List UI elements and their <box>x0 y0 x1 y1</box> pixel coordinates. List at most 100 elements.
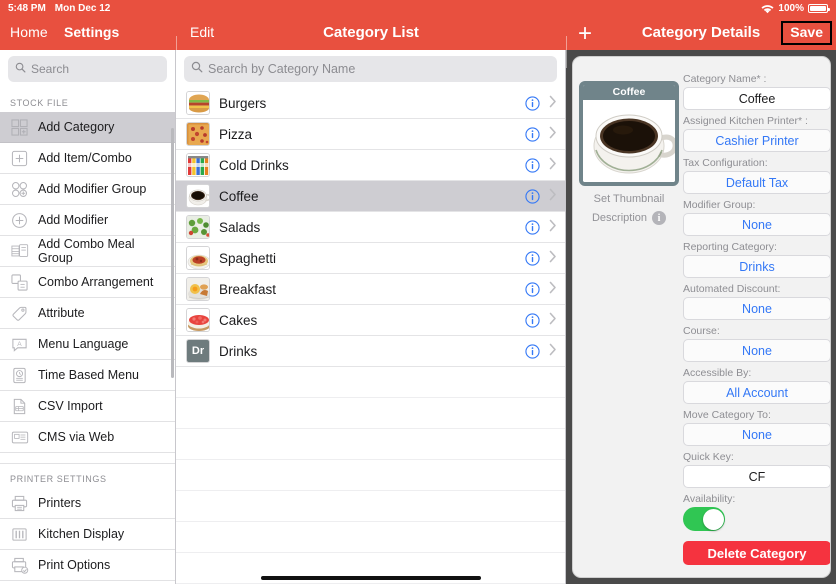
info-icon[interactable] <box>525 157 540 173</box>
info-icon[interactable] <box>525 126 540 142</box>
chevron-right-icon[interactable] <box>549 157 557 173</box>
field-value-tax-configuration[interactable]: Default Tax <box>683 171 830 194</box>
status-date: Mon Dec 12 <box>54 3 111 14</box>
info-icon[interactable] <box>525 95 540 111</box>
field-label: Reporting Category: <box>683 241 777 253</box>
sidebar-item-cms-via-web[interactable]: CMS via Web <box>0 422 175 453</box>
field-value-move-category-to[interactable]: None <box>683 423 830 446</box>
nav-row: Home Settings Edit Category List + Categ… <box>0 18 836 68</box>
info-icon[interactable] <box>525 219 540 235</box>
sidebar-item-printers[interactable]: Printers <box>0 488 175 519</box>
chevron-right-icon[interactable] <box>549 219 557 235</box>
table-row[interactable]: Cakes <box>176 305 565 336</box>
combo-arrangement-icon <box>10 273 29 292</box>
empty-list-row <box>176 398 565 429</box>
field-value-assigned-kitchen-printer[interactable]: Cashier Printer <box>683 129 830 152</box>
field-value-automated-discount[interactable]: None <box>683 297 830 320</box>
search-icon <box>15 60 26 78</box>
sidebar-item-csv-import[interactable]: CSV Import <box>0 391 175 422</box>
field-label: Tax Configuration: <box>683 157 768 169</box>
sidebar-group-header: PRINTER SETTINGS <box>10 474 107 484</box>
print-options-icon <box>10 556 29 575</box>
field-value-modifier-group[interactable]: None <box>683 213 830 236</box>
table-row[interactable]: Salads <box>176 212 565 243</box>
nav-settings-title: Settings <box>64 24 120 40</box>
table-row[interactable]: Cold Drinks <box>176 150 565 181</box>
sidebar-item-label: Add Category <box>38 120 115 134</box>
field-label: Category Name* : <box>683 73 767 85</box>
info-icon[interactable] <box>525 312 540 328</box>
empty-list-row <box>176 367 565 398</box>
sidebar-item-time-based-menu[interactable]: Time Based Menu <box>0 360 175 391</box>
sidebar-item-menu-language[interactable]: A Menu Language <box>0 329 175 360</box>
chevron-right-icon[interactable] <box>549 188 557 204</box>
category-search-placeholder: Search by Category Name <box>208 62 356 76</box>
delete-category-button[interactable]: Delete Category <box>683 541 830 565</box>
info-icon[interactable] <box>525 343 540 359</box>
field-label: Modifier Group: <box>683 199 756 211</box>
status-bar: 5:48 PM Mon Dec 12 100% <box>0 0 836 18</box>
category-row-label: Cakes <box>219 312 258 328</box>
settings-sidebar: Search STOCK FILE Add Category Add Item/Co… <box>0 50 176 584</box>
nav-back-home-button[interactable]: Home <box>10 24 48 40</box>
chevron-right-icon[interactable] <box>549 312 557 328</box>
sidebar-item-kitchen-display[interactable]: Kitchen Display <box>0 519 175 550</box>
sidebar-item-combo-arrangement[interactable]: Combo Arrangement <box>0 267 175 298</box>
category-search-input[interactable]: Search by Category Name <box>184 56 557 82</box>
sidebar-item-add-item-combo[interactable]: Add Item/Combo <box>0 143 175 174</box>
set-thumbnail-label[interactable]: Set Thumbnail <box>579 193 679 205</box>
info-icon[interactable] <box>525 188 540 204</box>
sidebar-item-add-modifier-group[interactable]: Add Modifier Group <box>0 174 175 205</box>
category-details-card: Coffee Set Thumbnail Description i Categ… <box>572 56 831 578</box>
table-row[interactable]: Coffee <box>176 181 565 212</box>
sidebar-items-container: STOCK FILE Add Category Add Item/Combo Add … <box>0 88 175 581</box>
category-row-label: Spaghetti <box>219 250 277 266</box>
add-item-combo-icon <box>10 149 29 168</box>
search-icon <box>191 60 203 78</box>
field-value-accessible-by[interactable]: All Account <box>683 381 830 404</box>
description-row[interactable]: Description i <box>579 211 679 225</box>
sidebar-item-add-category[interactable]: Add Category <box>0 112 175 143</box>
sidebar-item-label: CMS via Web <box>38 430 115 444</box>
category-row-label: Breakfast <box>219 281 277 297</box>
availability-toggle[interactable] <box>683 507 725 531</box>
sidebar-scrollbar[interactable] <box>171 128 174 378</box>
category-row-label: Coffee <box>219 188 259 204</box>
save-button[interactable]: Save <box>781 21 832 45</box>
table-row[interactable]: Breakfast <box>176 274 565 305</box>
table-row[interactable]: Spaghetti <box>176 243 565 274</box>
table-row[interactable]: Pizza <box>176 119 565 150</box>
field-label: Automated Discount: <box>683 283 781 295</box>
chevron-right-icon[interactable] <box>549 95 557 111</box>
add-combo-meal-group-icon <box>10 242 29 261</box>
battery-percent: 100% <box>778 3 804 14</box>
attribute-tag-icon <box>10 304 29 323</box>
table-row[interactable]: Dr Drinks <box>176 336 565 367</box>
sidebar-item-add-modifier[interactable]: Add Modifier <box>0 205 175 236</box>
field-label: Accessible By: <box>683 367 752 379</box>
chevron-right-icon[interactable] <box>549 126 557 142</box>
category-rows-container: Burgers Pizza Cold Drinks Coffee Salads Spagh… <box>176 88 565 584</box>
sidebar-item-add-combo-meal-group[interactable]: Add Combo Meal Group <box>0 236 175 267</box>
sidebar-search-field[interactable]: Search <box>8 56 167 82</box>
sidebar-item-print-options[interactable]: Print Options <box>0 550 175 581</box>
field-value-course[interactable]: None <box>683 339 830 362</box>
info-icon-gray[interactable]: i <box>652 211 667 225</box>
sidebar-item-label: Kitchen Display <box>38 527 125 541</box>
sidebar-item-label: Add Modifier <box>38 213 109 227</box>
table-row[interactable]: Burgers <box>176 88 565 119</box>
info-icon[interactable] <box>525 250 540 266</box>
field-value-category-name[interactable]: Coffee <box>683 87 830 110</box>
chevron-right-icon[interactable] <box>549 343 557 359</box>
empty-list-row <box>176 429 565 460</box>
chevron-right-icon[interactable] <box>549 281 557 297</box>
chevron-right-icon[interactable] <box>549 250 557 266</box>
csv-import-icon <box>10 397 29 416</box>
sidebar-item-attribute[interactable]: Attribute <box>0 298 175 329</box>
sidebar-group-separator <box>0 453 175 464</box>
info-icon[interactable] <box>525 281 540 297</box>
field-value-quick-key[interactable]: CF <box>683 465 830 488</box>
thumbnail-title: Coffee <box>583 85 675 100</box>
field-value-reporting-category[interactable]: Drinks <box>683 255 830 278</box>
thumbnail-box[interactable]: Coffee <box>579 81 679 186</box>
